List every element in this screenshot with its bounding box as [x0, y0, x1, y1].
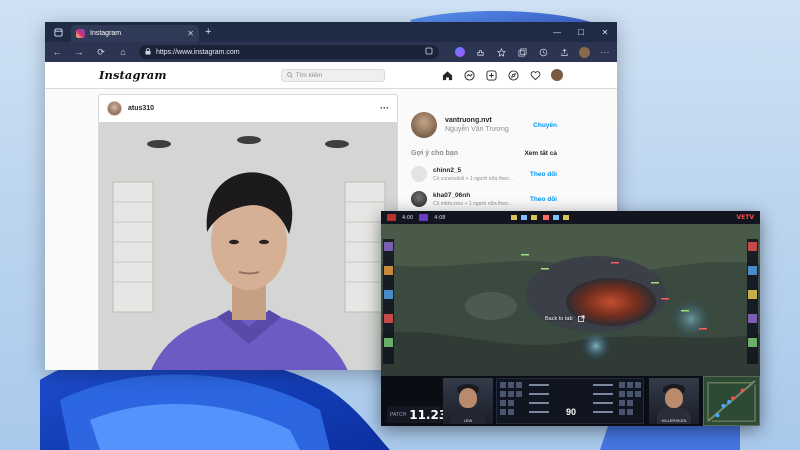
explore-icon[interactable] — [507, 69, 519, 81]
current-username[interactable]: vantruong.nvt — [445, 117, 525, 124]
history-icon[interactable] — [537, 46, 549, 58]
suggestion-item: chinn2_5 Có cuneceiloli + 1 người nữa th… — [411, 166, 557, 182]
follow-button[interactable]: Theo dõi — [530, 171, 557, 178]
player-name-left: LEW — [463, 418, 473, 423]
game-scoreboard-top: 4:00 4:08 VETV — [381, 211, 760, 224]
suggestion-item: kha07_06nh Có mkilv.xxxx + 1 người nữa t… — [411, 191, 557, 207]
back-to-tab-button[interactable]: Back to tab — [545, 315, 585, 322]
game-battlefield[interactable] — [381, 224, 760, 376]
player-name-right: KILLERSKEN — [661, 418, 687, 423]
current-full-name: Nguyễn Văn Trương — [445, 126, 509, 133]
tab-title: Instagram — [90, 30, 122, 37]
team-gold-left-2: 4:08 — [434, 214, 446, 221]
player-cam-left: LEW — [443, 378, 493, 424]
post-username[interactable]: atus310 — [128, 105, 154, 112]
tab-bar: Instagram ✕ + — ☐ ✕ — [45, 22, 617, 42]
more-icon[interactable]: ··· — [380, 103, 389, 113]
feed-post: atus310 ··· — [98, 94, 398, 370]
open-external-icon — [577, 315, 585, 322]
current-user-avatar[interactable] — [411, 112, 437, 138]
game-hud-bottom: PATCH 11.23 LEW 90 KILLERSKEN — [381, 376, 760, 426]
patch-label: PATCH — [390, 411, 407, 418]
new-post-icon[interactable] — [485, 69, 497, 81]
copilot-icon[interactable] — [455, 47, 465, 57]
favorites-icon[interactable] — [495, 46, 507, 58]
team-logo-left — [387, 214, 396, 221]
profile-icon[interactable] — [579, 46, 590, 58]
suggestion-username[interactable]: kha07_06nh — [433, 192, 524, 199]
post-image[interactable] — [99, 122, 398, 370]
search-input[interactable]: Tìm kiếm — [280, 68, 385, 82]
switch-account-button[interactable]: Chuyển — [533, 122, 557, 129]
suggestion-avatar[interactable] — [411, 191, 427, 207]
team-logo-left-2 — [419, 214, 429, 221]
profile-avatar[interactable] — [551, 69, 563, 81]
extension-icon[interactable] — [425, 47, 433, 57]
broadcaster-logo: VETV — [736, 214, 754, 221]
instagram-favicon — [76, 29, 85, 38]
instagram-nav — [441, 69, 563, 81]
close-tab-icon[interactable]: ✕ — [187, 29, 194, 38]
lock-icon — [145, 47, 151, 57]
browser-toolbar: ← → ⟳ ⌂ https://www.instagram.com ··· — [45, 42, 617, 62]
tab-actions-icon[interactable] — [51, 25, 65, 39]
post-avatar[interactable] — [107, 100, 122, 116]
team-stats-panel: 90 — [496, 378, 644, 424]
player-cam-right: KILLERSKEN — [649, 378, 699, 424]
instagram-logo[interactable]: Instagram — [99, 68, 167, 82]
suggestion-avatar[interactable] — [411, 166, 427, 182]
current-user: vantruong.nvt Nguyễn Văn Trương Chuyển — [411, 112, 557, 138]
window-controls: — ☐ ✕ — [545, 22, 617, 42]
suggestion-detail: Có mkilv.xxxx + 1 người nữa theo... — [433, 200, 512, 207]
home-icon[interactable]: ⌂ — [117, 46, 129, 58]
patch-number: 11.23 — [409, 407, 448, 422]
minimap[interactable] — [703, 376, 760, 426]
suggestions-sidebar: vantruong.nvt Nguyễn Văn Trương Chuyển G… — [411, 112, 557, 207]
maximize-icon[interactable]: ☐ — [569, 22, 593, 42]
minimize-icon[interactable]: — — [545, 22, 569, 42]
center-score: 90 — [565, 407, 576, 417]
see-all-link[interactable]: Xem tất cả — [524, 150, 557, 157]
suggestion-username[interactable]: chinn2_5 — [433, 167, 524, 174]
search-placeholder: Tìm kiếm — [295, 71, 323, 79]
post-header: atus310 ··· — [99, 95, 397, 121]
patch-badge: PATCH 11.23 — [387, 406, 447, 423]
follow-button[interactable]: Theo dõi — [530, 196, 557, 203]
url-text[interactable]: https://www.instagram.com — [156, 49, 420, 56]
browser-tab[interactable]: Instagram ✕ — [71, 25, 199, 42]
close-icon[interactable]: ✕ — [593, 22, 617, 42]
instagram-header: Instagram Tìm kiếm — [45, 62, 617, 89]
objective-icons — [511, 214, 571, 221]
messenger-icon[interactable] — [463, 69, 475, 81]
more-icon[interactable]: ··· — [599, 46, 611, 58]
heart-icon[interactable] — [529, 69, 541, 81]
address-bar[interactable]: https://www.instagram.com — [139, 45, 439, 59]
suggestion-detail: Có cuneceiloli + 1 người nữa theo... — [433, 175, 513, 182]
search-icon — [286, 72, 293, 78]
refresh-icon[interactable]: ⟳ — [95, 46, 107, 58]
suggestions-header: Gợi ý cho bạn Xem tất cả — [411, 150, 557, 157]
back-icon[interactable]: ← — [51, 46, 63, 58]
back-to-tab-label: Back to tab — [545, 315, 573, 322]
forward-icon[interactable]: → — [73, 46, 85, 58]
toolbar-actions: ··· — [455, 46, 611, 58]
picture-in-picture-window[interactable]: 4:00 4:08 VETV Back to tab PATCH 11.23 L… — [381, 211, 760, 426]
share-icon[interactable] — [558, 46, 570, 58]
new-tab-icon[interactable]: + — [205, 26, 211, 38]
team-gold-left: 4:00 — [402, 214, 414, 221]
extension-icon[interactable] — [474, 46, 486, 58]
suggestions-title: Gợi ý cho bạn — [411, 150, 458, 157]
home-icon[interactable] — [441, 69, 453, 81]
collections-icon[interactable] — [516, 46, 528, 58]
